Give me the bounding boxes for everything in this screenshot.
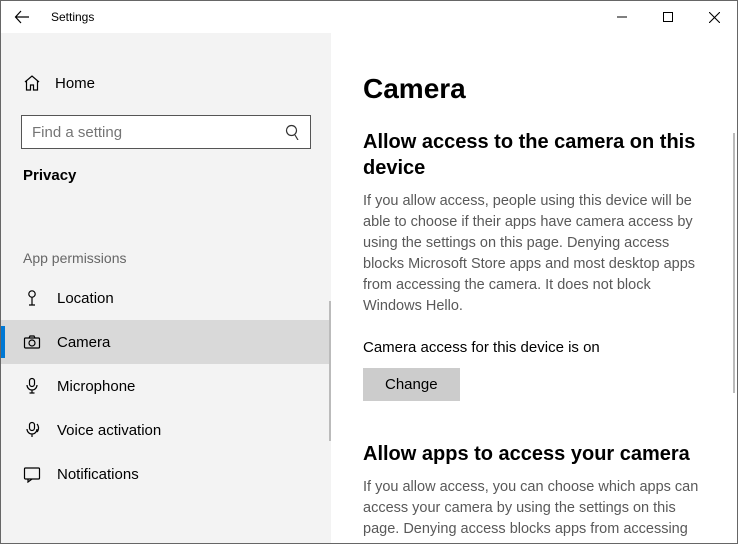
sidebar-item-microphone[interactable]: Microphone xyxy=(1,364,331,408)
section-heading: Allow apps to access your camera xyxy=(363,441,705,467)
sidebar-item-notifications[interactable]: Notifications xyxy=(1,452,331,496)
search-icon xyxy=(285,124,301,140)
voice-activation-icon xyxy=(23,421,41,439)
home-icon xyxy=(23,74,41,92)
section-description: If you allow access, people using this d… xyxy=(363,191,705,317)
content-pane: Camera Allow access to the camera on thi… xyxy=(331,33,737,543)
section-description: If you allow access, you can choose whic… xyxy=(363,477,705,543)
window-title: Settings xyxy=(51,10,94,24)
change-button[interactable]: Change xyxy=(363,368,460,401)
sidebar-item-voice-activation[interactable]: Voice activation xyxy=(1,408,331,452)
sidebar-item-label: Location xyxy=(57,290,114,307)
access-status: Camera access for this device is on xyxy=(363,339,705,356)
category-label: Privacy xyxy=(1,163,331,184)
camera-icon xyxy=(23,333,41,351)
scrollbar[interactable] xyxy=(733,133,735,393)
maximize-button[interactable] xyxy=(645,1,691,33)
home-label: Home xyxy=(55,75,95,92)
sidebar-item-location[interactable]: Location xyxy=(1,276,331,320)
home-nav[interactable]: Home xyxy=(1,63,331,103)
location-icon xyxy=(23,289,41,307)
notifications-icon xyxy=(23,465,41,483)
search-input[interactable] xyxy=(21,115,311,149)
window-controls xyxy=(599,1,737,33)
sidebar-item-camera[interactable]: Camera xyxy=(1,320,331,364)
section-heading: Allow access to the camera on this devic… xyxy=(363,129,705,181)
back-icon[interactable] xyxy=(13,8,31,26)
close-button[interactable] xyxy=(691,1,737,33)
titlebar: Settings xyxy=(1,1,737,33)
sidebar-item-label: Notifications xyxy=(57,466,139,483)
microphone-icon xyxy=(23,377,41,395)
page-title: Camera xyxy=(363,73,705,105)
section-label: App permissions xyxy=(1,250,331,266)
sidebar-item-label: Microphone xyxy=(57,378,135,395)
sidebar: Home Privacy App permissions Location xyxy=(1,33,331,543)
sidebar-item-label: Camera xyxy=(57,334,110,351)
minimize-button[interactable] xyxy=(599,1,645,33)
sidebar-item-label: Voice activation xyxy=(57,422,161,439)
